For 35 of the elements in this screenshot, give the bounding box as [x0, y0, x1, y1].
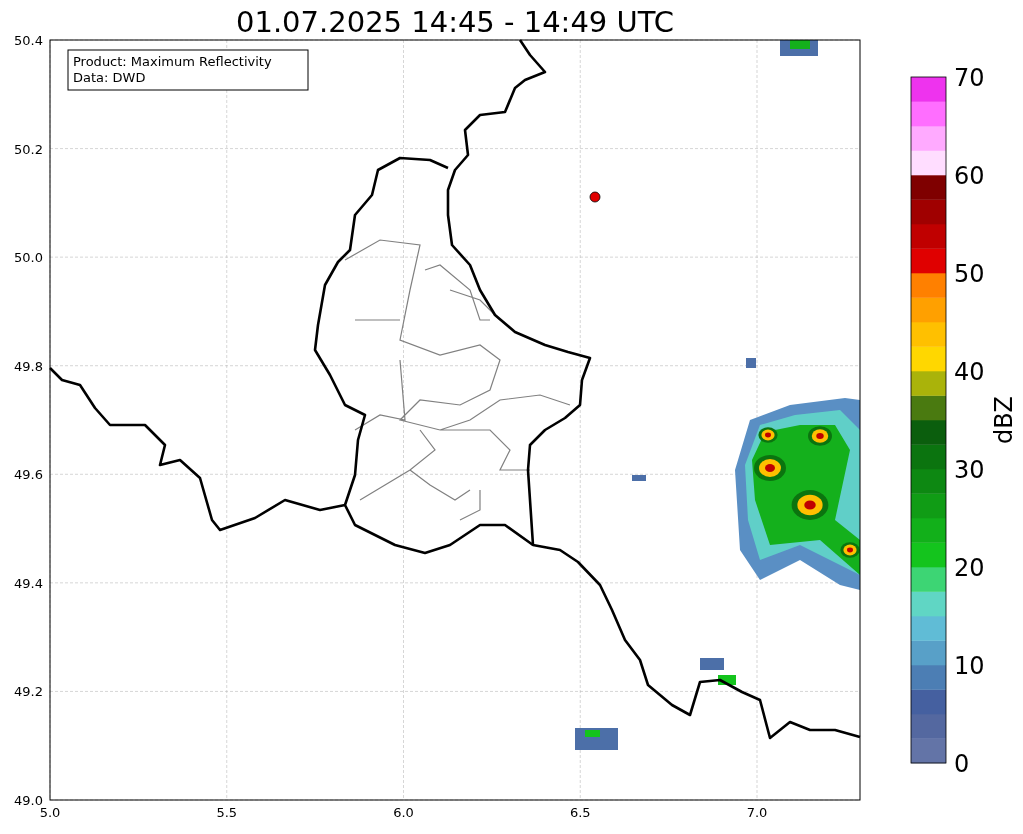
- colorbar-tick-label: 40: [954, 358, 985, 386]
- colorbar-tick-label: 20: [954, 554, 985, 582]
- radar-echo: [746, 358, 756, 368]
- radar-echo: [754, 455, 786, 481]
- axis-tick-label: 6.0: [393, 805, 414, 820]
- info-text: Product: Maximum Reflectivity: [73, 54, 272, 69]
- axis-tick-label: 49.2: [14, 684, 43, 700]
- radar-echo: [808, 426, 832, 446]
- axis-tick-label: 49.0: [14, 793, 43, 808]
- radar-echo: [758, 427, 778, 443]
- axis-tick-label: 50.0: [14, 250, 43, 266]
- colorbar-tick-label: 10: [954, 652, 985, 680]
- axis-tick-label: 7.0: [746, 805, 768, 820]
- radar-echo: [632, 475, 646, 481]
- radar-echo: [840, 542, 860, 558]
- axis-tick-label: 49.8: [14, 358, 43, 374]
- location-marker: [589, 191, 601, 203]
- info-text: Data: DWD: [73, 70, 146, 85]
- axis-tick-label: 5.0: [39, 805, 61, 820]
- axis-tick-label: 6.5: [569, 805, 591, 820]
- radar-echo: [700, 658, 736, 685]
- chart-title: 01.07.2025 14:45 - 14:49 UTC: [236, 5, 674, 39]
- colorbar-label: dBZ: [990, 395, 1018, 445]
- axis-tick-label: 49.4: [14, 575, 43, 591]
- axis-tick-label: 5.5: [216, 805, 238, 820]
- axis-tick-label: 49.6: [14, 467, 43, 483]
- axis-tick-label: 50.2: [14, 141, 43, 157]
- radar-echo: [791, 490, 829, 520]
- colorbar-tick-label: 60: [954, 162, 985, 190]
- axis-tick-label: 50.4: [14, 33, 43, 48]
- colorbar-tick-label: 0: [954, 750, 970, 778]
- colorbar-tick-label: 30: [954, 456, 985, 484]
- colorbar-tick-label: 70: [954, 64, 985, 92]
- colorbar-tick-label: 50: [954, 260, 985, 288]
- radar-echo: [575, 728, 618, 750]
